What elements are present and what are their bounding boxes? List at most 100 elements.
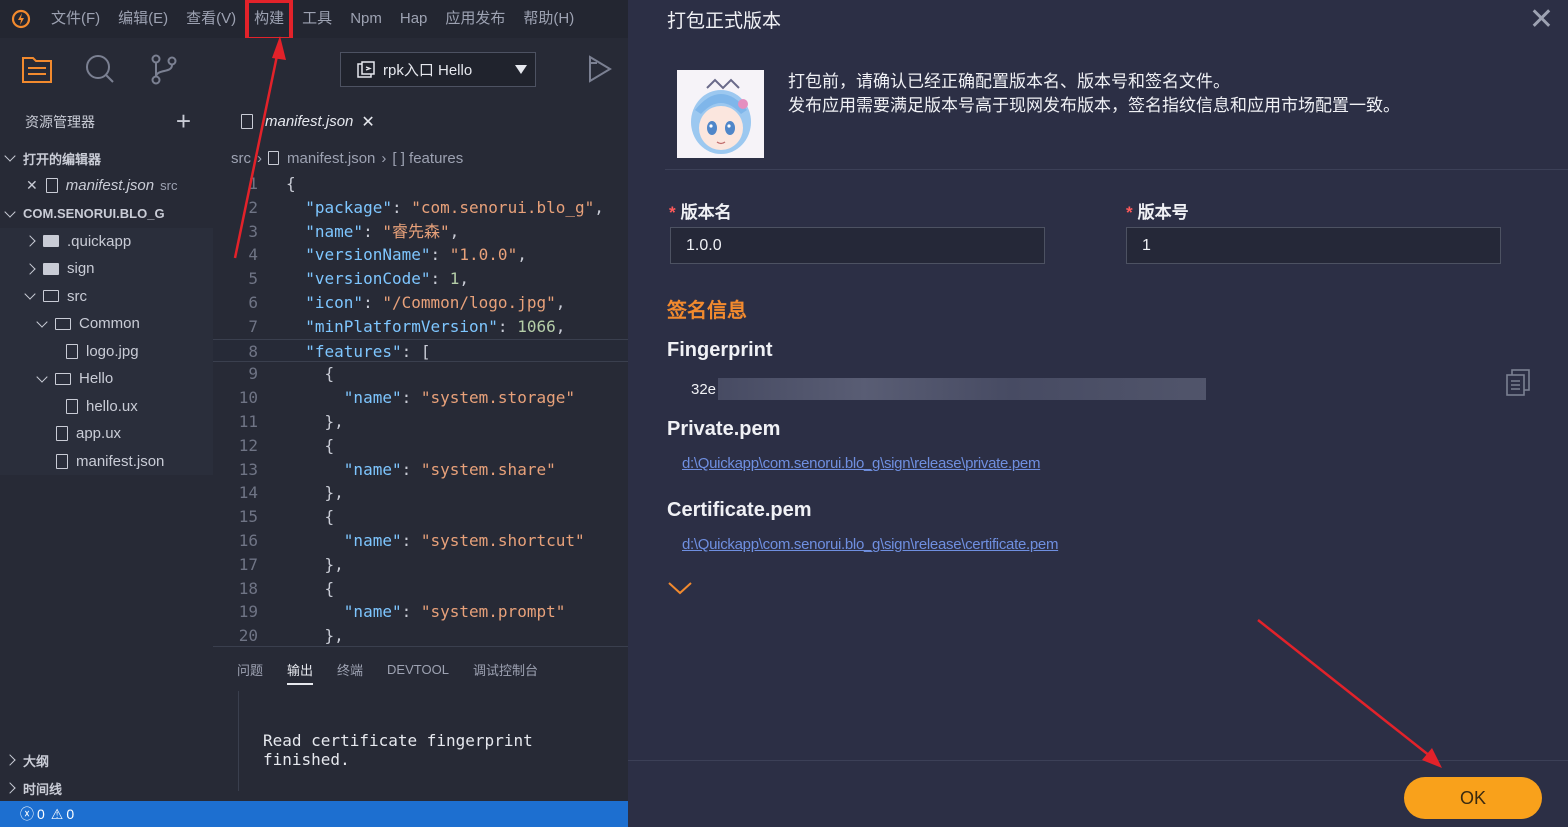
close-icon[interactable]: ✕ bbox=[26, 177, 38, 194]
ok-button[interactable]: OK bbox=[1404, 777, 1542, 819]
statusbar: ⓧ 0 ⚠ 0 bbox=[0, 801, 628, 827]
tree-item-hello[interactable]: Hello bbox=[0, 365, 213, 393]
file-icon bbox=[241, 114, 253, 129]
menu-build[interactable]: 构建 bbox=[245, 0, 294, 41]
run-target-select[interactable]: rpk入口 Hello bbox=[340, 52, 536, 87]
version-code-input[interactable]: 1 bbox=[1126, 227, 1501, 264]
open-editors-section[interactable]: 打开的编辑器 bbox=[0, 144, 213, 172]
code-line: 18 { bbox=[213, 577, 628, 601]
code-line: 12 { bbox=[213, 434, 628, 458]
expand-chevron-down-icon[interactable] bbox=[668, 580, 692, 596]
sign-info-title: 签名信息 bbox=[667, 300, 747, 322]
menu-view[interactable]: 查看(V) bbox=[177, 0, 245, 38]
chevron-right-icon: › bbox=[381, 149, 387, 167]
line-number: 5 bbox=[248, 269, 258, 289]
folder-icon bbox=[43, 262, 59, 275]
tab-devtool[interactable]: DEVTOOL bbox=[387, 662, 449, 677]
toolbar: rpk入口 Hello bbox=[0, 38, 628, 100]
breadcrumb-file[interactable]: manifest.json bbox=[287, 150, 375, 167]
tab-debug-console[interactable]: 调试控制台 bbox=[473, 660, 538, 679]
tree-item-hello-ux[interactable]: hello.ux bbox=[0, 393, 213, 421]
run-icon[interactable] bbox=[582, 52, 616, 86]
explorer-title: 资源管理器 bbox=[25, 114, 95, 130]
close-icon[interactable]: ✕ bbox=[1529, 5, 1554, 35]
error-count[interactable]: 0 bbox=[37, 806, 45, 822]
line-number: 14 bbox=[238, 483, 258, 503]
menu-edit[interactable]: 编辑(E) bbox=[109, 0, 177, 38]
json-key: "name" bbox=[343, 530, 402, 550]
menu-file[interactable]: 文件(F) bbox=[42, 0, 109, 38]
json-string: "system.share" bbox=[420, 459, 556, 479]
chevron-right-icon bbox=[4, 754, 16, 766]
line-number: 4 bbox=[248, 245, 258, 265]
version-code-label-text: 版本号 bbox=[1137, 203, 1189, 222]
tab-terminal[interactable]: 终端 bbox=[337, 660, 363, 679]
tree-item-label: manifest.json bbox=[76, 452, 165, 470]
chevron-down-icon bbox=[4, 150, 16, 162]
error-icon[interactable]: ⓧ bbox=[20, 804, 34, 824]
menu-hap[interactable]: Hap bbox=[391, 0, 437, 38]
certificate-pem-path-link[interactable]: d:\Quickapp\com.senorui.blo_g\sign\relea… bbox=[682, 536, 1058, 553]
menu-npm[interactable]: Npm bbox=[341, 0, 391, 38]
menu-tools[interactable]: 工具 bbox=[293, 0, 341, 38]
version-code-label: * 版本号 bbox=[1126, 198, 1189, 223]
tree-item-sign[interactable]: sign bbox=[0, 255, 213, 283]
line-number: 3 bbox=[248, 221, 258, 241]
package-release-dialog: 打包正式版本 ✕ 打包前，请确认已经正确配置版本名、版本号和签名文件。 发布应用… bbox=[628, 0, 1568, 827]
source-control-icon[interactable] bbox=[146, 52, 180, 86]
tree-item-quickapp[interactable]: .quickapp bbox=[0, 228, 213, 256]
json-string: "com.senorui.blo_g" bbox=[411, 197, 595, 217]
tree-item-label: Hello bbox=[79, 370, 114, 388]
tree-item-label: app.ux bbox=[76, 425, 122, 443]
json-string: "睿先森" bbox=[382, 221, 450, 241]
tree-item-manifest[interactable]: manifest.json bbox=[0, 448, 213, 476]
certificate-pem-label: Certificate.pem bbox=[667, 499, 812, 521]
code-line: 13 "name": "system.share" bbox=[213, 458, 628, 482]
copy-icon[interactable] bbox=[1505, 368, 1531, 396]
line-number: 2 bbox=[248, 197, 258, 217]
code-line: 11 }, bbox=[213, 410, 628, 434]
menu-help[interactable]: 帮助(H) bbox=[514, 0, 583, 38]
output-text: Read certificate fingerprint finished. bbox=[238, 691, 628, 791]
open-editor-file: manifest.json bbox=[65, 177, 155, 195]
add-icon[interactable]: + bbox=[176, 108, 191, 134]
tree-item-label: hello.ux bbox=[86, 397, 138, 415]
tree-item-src[interactable]: src bbox=[0, 283, 213, 311]
warning-count[interactable]: 0 bbox=[66, 806, 74, 822]
line-number: 17 bbox=[238, 554, 258, 574]
code-line: 3 "name": "睿先森", bbox=[213, 220, 628, 244]
json-key: "name" bbox=[343, 602, 402, 622]
breadcrumb-symbol[interactable]: [ ] features bbox=[392, 150, 463, 167]
warning-icon[interactable]: ⚠ bbox=[51, 806, 64, 823]
tab-problems[interactable]: 问题 bbox=[237, 660, 263, 679]
panel-tabs: 问题 输出 终端 DEVTOOL 调试控制台 bbox=[213, 647, 628, 691]
project-section[interactable]: COM.SENORUI.BLO_G bbox=[0, 200, 213, 228]
code-line: 20 }, bbox=[213, 624, 628, 648]
private-pem-label: Private.pem bbox=[667, 418, 781, 440]
tab-manifest[interactable]: manifest.json ✕ bbox=[227, 100, 392, 144]
json-key: "versionName" bbox=[305, 245, 431, 265]
explorer-icon[interactable] bbox=[20, 52, 54, 86]
close-icon[interactable]: ✕ bbox=[361, 112, 374, 132]
json-string: "system.prompt" bbox=[420, 602, 566, 622]
folder-open-icon bbox=[55, 372, 71, 385]
outline-section[interactable]: 大纲 bbox=[0, 746, 213, 774]
private-pem-path-link[interactable]: d:\Quickapp\com.senorui.blo_g\sign\relea… bbox=[682, 455, 1040, 472]
tree-item-common[interactable]: Common bbox=[0, 310, 213, 338]
timeline-section[interactable]: 时间线 bbox=[0, 774, 213, 802]
tab-output[interactable]: 输出 bbox=[287, 660, 314, 685]
explorer-sidebar: 资源管理器 + 打开的编辑器 ✕ manifest.json src COM.S… bbox=[0, 100, 213, 801]
code-line: 19 "name": "system.prompt" bbox=[213, 600, 628, 624]
breadcrumb-src[interactable]: src bbox=[231, 150, 251, 167]
folder-open-icon bbox=[43, 290, 59, 303]
menu-publish[interactable]: 应用发布 bbox=[436, 0, 514, 38]
version-name-input[interactable]: 1.0.0 bbox=[670, 227, 1045, 264]
dialog-title: 打包正式版本 bbox=[667, 11, 782, 32]
fingerprint-prefix: 32e bbox=[691, 380, 717, 398]
tree-item-app-ux[interactable]: app.ux bbox=[0, 420, 213, 448]
json-key: "name" bbox=[343, 459, 402, 479]
search-icon[interactable] bbox=[83, 52, 117, 86]
open-editor-item[interactable]: ✕ manifest.json src bbox=[0, 172, 213, 200]
tree-item-logo[interactable]: logo.jpg bbox=[0, 338, 213, 366]
code-area[interactable]: 1{ 2 "package": "com.senorui.blo_g", 3 "… bbox=[213, 172, 628, 648]
